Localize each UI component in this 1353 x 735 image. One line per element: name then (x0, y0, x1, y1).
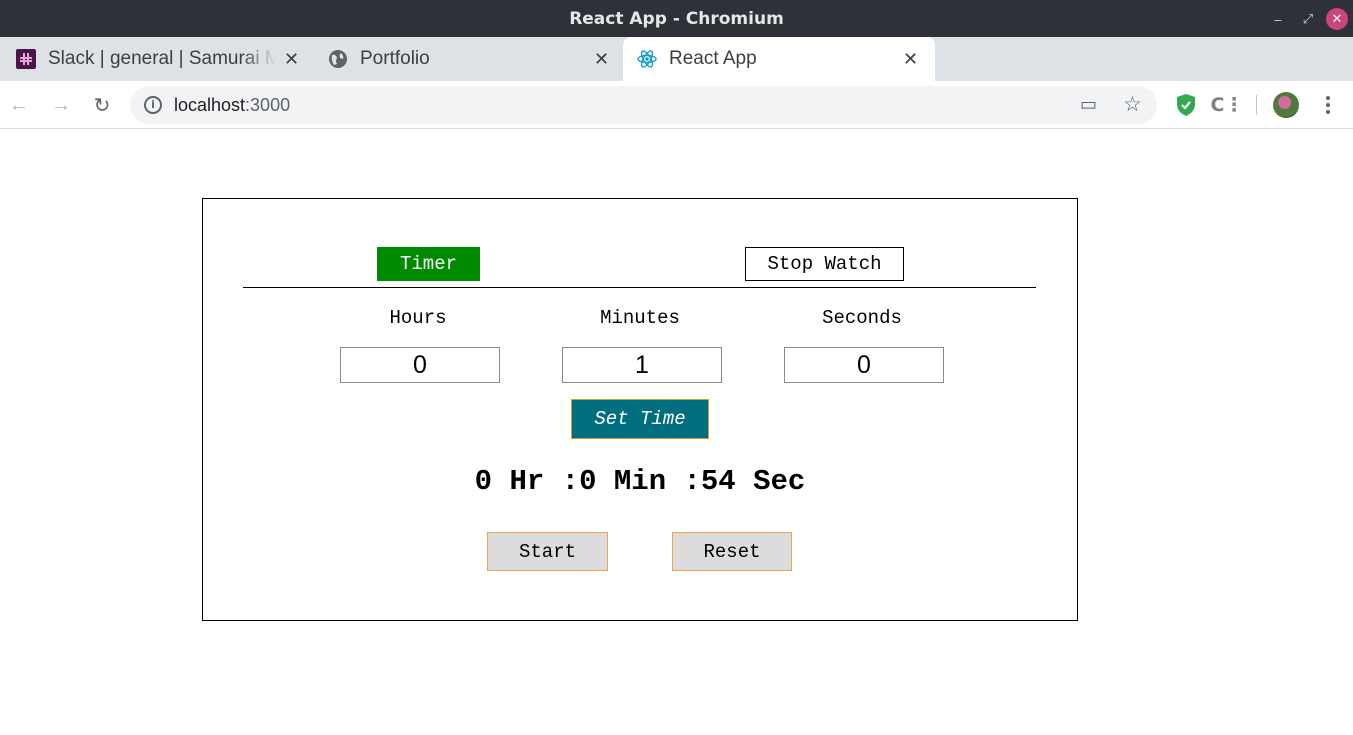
browser-toolbar: ← → ↻ i localhost:3000 ▭ ☆ C⋮ (0, 81, 1353, 129)
maximize-icon[interactable]: ⤢ (1297, 8, 1319, 30)
minimize-icon[interactable]: – (1267, 8, 1289, 30)
menu-dots-icon[interactable] (1318, 93, 1338, 117)
window-titlebar: React App - Chromium – ⤢ ✕ (0, 0, 1353, 37)
timer-app-panel: Timer Stop Watch Hours Minutes Seconds S… (202, 198, 1078, 621)
css-extension-icon[interactable]: C⋮ (1211, 93, 1244, 117)
hours-label: Hours (389, 307, 447, 329)
time-readout: 0 Hr :0 Min :54 Sec (474, 465, 806, 498)
slack-icon (16, 49, 36, 69)
close-window-icon[interactable]: ✕ (1326, 8, 1348, 30)
address-url[interactable]: localhost:3000 (174, 95, 290, 116)
toolbar-separator (1256, 95, 1257, 115)
tab-portfolio-label: Portfolio (360, 48, 430, 69)
minutes-input[interactable] (562, 347, 722, 383)
reload-icon[interactable]: ↻ (89, 92, 115, 118)
cast-icon[interactable]: ▭ (1080, 94, 1097, 115)
close-tab-icon[interactable]: ✕ (594, 49, 609, 70)
url-port: :3000 (245, 95, 291, 115)
tab-slack-label: Slack | general | Samurai Manga (48, 48, 276, 69)
timer-tab-button[interactable]: Timer (377, 247, 480, 281)
set-time-button[interactable]: Set Time (571, 399, 709, 439)
minutes-label: Minutes (600, 307, 680, 329)
tab-slack[interactable]: Slack | general | Samurai Manga ✕ (16, 37, 306, 81)
bookmark-star-icon[interactable]: ☆ (1123, 92, 1142, 117)
tab-portfolio[interactable]: Portfolio ✕ (328, 37, 618, 81)
stopwatch-tab-button[interactable]: Stop Watch (745, 247, 904, 281)
back-arrow-icon[interactable]: ← (6, 92, 32, 118)
forward-arrow-icon[interactable]: → (48, 92, 74, 118)
shield-extension-icon[interactable] (1174, 93, 1198, 117)
start-button[interactable]: Start (487, 532, 608, 571)
divider (243, 287, 1036, 288)
url-host: localhost (174, 95, 246, 115)
close-tab-icon[interactable]: ✕ (284, 49, 299, 70)
profile-avatar[interactable] (1273, 92, 1299, 118)
seconds-label: Seconds (822, 307, 902, 329)
react-icon (637, 50, 657, 68)
reset-button[interactable]: Reset (672, 532, 792, 571)
address-bar[interactable]: i localhost:3000 ▭ ☆ (130, 86, 1157, 124)
seconds-input[interactable] (784, 347, 944, 383)
tab-react-app-label: React App (669, 48, 757, 69)
hours-input[interactable] (340, 347, 500, 383)
close-tab-icon[interactable]: ✕ (903, 49, 918, 70)
globe-icon (329, 50, 347, 68)
site-info-icon[interactable]: i (144, 96, 162, 114)
tab-strip: Slack | general | Samurai Manga ✕ Portfo… (0, 37, 1353, 111)
tab-react-app[interactable]: React App ✕ (623, 37, 935, 81)
window-title: React App - Chromium (569, 9, 784, 29)
